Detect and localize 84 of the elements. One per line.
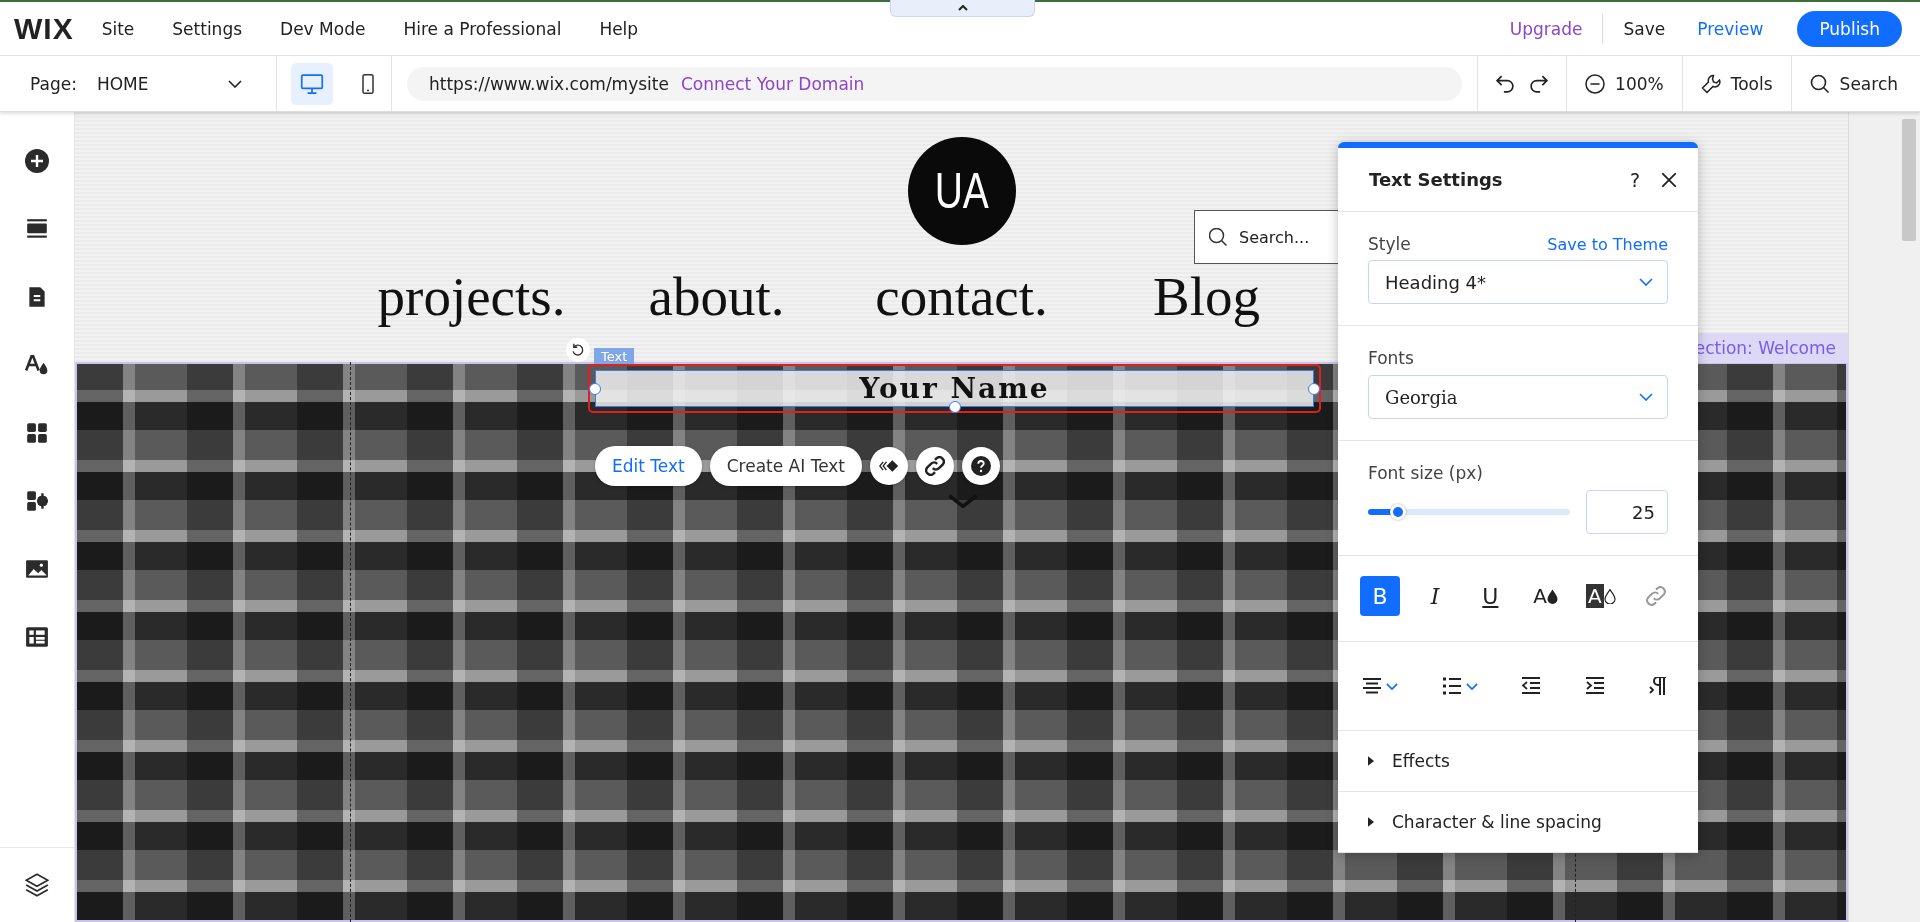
- drop-icon: [1546, 588, 1558, 604]
- search-button[interactable]: Search: [1791, 56, 1920, 111]
- close-icon[interactable]: [1662, 172, 1676, 187]
- chevron-down-icon: [1639, 278, 1653, 286]
- image-icon[interactable]: [25, 557, 49, 581]
- save-to-theme-link[interactable]: Save to Theme: [1547, 235, 1668, 254]
- chevron-down-icon: [1639, 393, 1653, 401]
- panel-title: Text Settings: [1369, 169, 1504, 190]
- site-logo[interactable]: UA: [907, 137, 1016, 245]
- slider-thumb[interactable]: [1390, 504, 1407, 520]
- align-center-icon[interactable]: [1362, 677, 1382, 695]
- indent-icon[interactable]: [1584, 677, 1605, 695]
- chevron-down-icon[interactable]: [1465, 682, 1478, 690]
- font-size-input[interactable]: 25: [1586, 490, 1668, 534]
- link-button[interactable]: [916, 447, 955, 485]
- nav-link[interactable]: Blog: [1084, 267, 1329, 327]
- chevron-down-icon[interactable]: [1386, 682, 1398, 690]
- highlight-button[interactable]: A: [1580, 576, 1621, 616]
- font-dropdown[interactable]: Georgia: [1368, 375, 1668, 419]
- menu-item[interactable]: Settings: [172, 18, 243, 39]
- text-color-button[interactable]: A: [1525, 576, 1566, 616]
- url-bar: https://www.wix.com/mysite Connect Your Domain: [407, 66, 1463, 101]
- search-icon: [1209, 228, 1227, 246]
- add-icon[interactable]: [25, 149, 49, 173]
- field-label: Style: [1368, 234, 1411, 254]
- field-label: Font size (px): [1368, 463, 1484, 483]
- undo-icon[interactable]: [1496, 74, 1515, 93]
- desktop-view-button[interactable]: [291, 62, 333, 105]
- caret-right-icon: [1368, 756, 1374, 766]
- paragraph-direction-icon[interactable]: [1648, 677, 1668, 695]
- underline-button[interactable]: U: [1470, 576, 1511, 616]
- phone-icon[interactable]: [362, 73, 374, 94]
- nav-link[interactable]: about.: [594, 267, 839, 327]
- tools-button[interactable]: Tools: [1682, 56, 1792, 111]
- redo-icon[interactable]: [1530, 74, 1549, 93]
- menu-item[interactable]: Dev Mode: [280, 18, 366, 39]
- site-search-field[interactable]: Search...: [1194, 210, 1338, 264]
- bold-button[interactable]: B: [1360, 576, 1400, 616]
- chevron-down-icon[interactable]: [948, 494, 978, 508]
- scrollbar-thumb[interactable]: [1902, 119, 1916, 241]
- layers-icon[interactable]: [25, 873, 49, 897]
- menu-item[interactable]: Hire a Professional: [403, 18, 562, 39]
- animation-button[interactable]: [870, 447, 909, 485]
- edit-text-button[interactable]: Edit Text: [595, 446, 702, 486]
- preview-button[interactable]: Preview: [1697, 18, 1764, 39]
- wrench-icon[interactable]: [1700, 73, 1721, 94]
- drop-icon: [1603, 588, 1616, 604]
- puzzle-gear-icon[interactable]: [25, 489, 49, 513]
- sections-icon[interactable]: [25, 217, 49, 241]
- connect-domain-link[interactable]: Connect Your Domain: [680, 73, 865, 94]
- section-expander[interactable]: Character & line spacing: [1338, 792, 1698, 853]
- zoom-out-icon[interactable]: [1585, 73, 1606, 94]
- italic-button[interactable]: I: [1415, 576, 1456, 616]
- heading-text: Your Name: [859, 372, 1050, 405]
- collapse-handle[interactable]: [890, 0, 1035, 17]
- caret-right-icon: [1368, 817, 1374, 827]
- selected-text-box[interactable]: Your Name: [595, 370, 1314, 407]
- nav-link[interactable]: contact.: [839, 267, 1084, 327]
- nav-link[interactable]: projects.: [349, 267, 594, 327]
- wix-logo[interactable]: WIX: [14, 11, 74, 46]
- outdent-icon[interactable]: [1521, 677, 1541, 695]
- search-icon[interactable]: [1809, 73, 1830, 94]
- bullet-list-icon[interactable]: [1441, 677, 1462, 695]
- chevron-down-icon: [228, 79, 242, 88]
- create-ai-text-button[interactable]: Create AI Text: [709, 446, 863, 486]
- zoom-button[interactable]: 100%: [1567, 56, 1683, 111]
- save-button[interactable]: Save: [1623, 18, 1666, 39]
- section-expander[interactable]: Effects: [1338, 731, 1698, 792]
- menu-item[interactable]: Help: [599, 18, 639, 39]
- publish-button[interactable]: Publish: [1797, 10, 1902, 47]
- menu-item[interactable]: Site: [101, 18, 135, 39]
- link-icon[interactable]: [925, 456, 946, 476]
- monitor-icon[interactable]: [300, 73, 324, 94]
- help-button[interactable]: ?: [1629, 168, 1640, 191]
- help-icon[interactable]: [971, 456, 992, 476]
- apps-grid-icon[interactable]: [25, 421, 49, 445]
- help-button[interactable]: [962, 447, 1001, 485]
- page-selector[interactable]: Page: HOME: [0, 56, 277, 111]
- style-dropdown[interactable]: Heading 4*: [1368, 260, 1668, 304]
- upgrade-link[interactable]: Upgrade: [1509, 13, 1604, 44]
- field-label: Fonts: [1368, 348, 1415, 368]
- table-icon[interactable]: [25, 625, 49, 649]
- rotate-icon[interactable]: [571, 343, 585, 357]
- font-drop-icon[interactable]: [25, 353, 49, 377]
